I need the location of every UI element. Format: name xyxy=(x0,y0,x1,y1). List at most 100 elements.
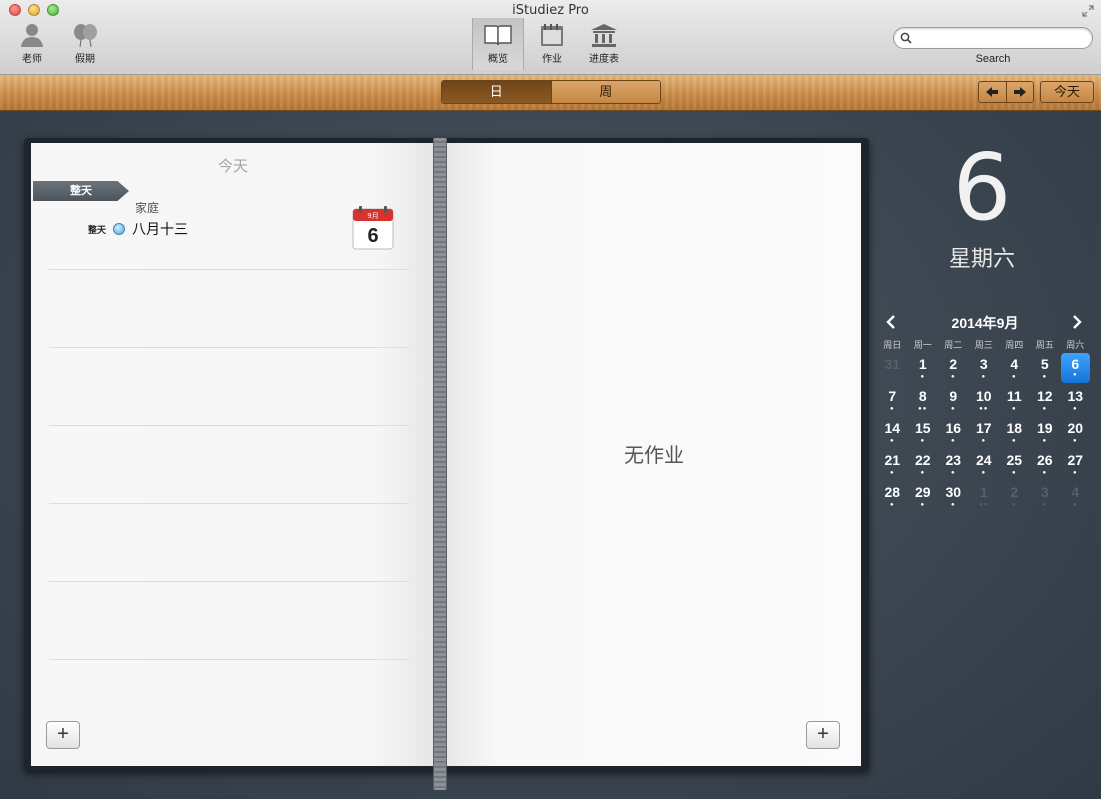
mini-calendar-header: 2014年9月 xyxy=(877,311,1093,335)
calendar-day[interactable]: 3 ● xyxy=(969,353,1000,385)
calendar-day-number: 14 xyxy=(884,420,901,436)
event-item[interactable]: 整天 八月十三 xyxy=(88,219,188,239)
calendar-day-number: 2 xyxy=(1010,484,1019,500)
calendar-day[interactable]: 19 ● xyxy=(1030,417,1061,449)
calendar-day[interactable]: 9 ● xyxy=(938,385,969,417)
calendar-day-number: 3 xyxy=(979,356,988,372)
event-indicator-dots: ● xyxy=(1042,470,1048,476)
previous-day-button[interactable] xyxy=(979,82,1006,102)
selected-weekday: 星期六 xyxy=(948,246,1015,271)
calendar-day-number: 1 xyxy=(918,356,927,372)
teachers-label: 老师 xyxy=(22,54,42,65)
event-indicator-dots: ● xyxy=(1011,438,1017,444)
event-indicator-dots: ● xyxy=(981,438,987,444)
calendar-day[interactable]: 1 ● xyxy=(908,353,939,385)
calendar-day[interactable]: 15 ● xyxy=(908,417,939,449)
schedule-tab[interactable]: 进度表 xyxy=(578,22,630,65)
teachers-button[interactable]: 老师 xyxy=(6,22,58,65)
calendar-day[interactable]: 11 ● xyxy=(999,385,1030,417)
calendar-day[interactable]: 2 ● xyxy=(999,481,1030,513)
calendar-day[interactable]: 12 ● xyxy=(1030,385,1061,417)
calendar-day-number: 5 xyxy=(1040,356,1049,372)
today-button[interactable]: 今天 xyxy=(1040,81,1094,103)
event-indicator-dots: ● xyxy=(1072,406,1078,412)
calendar-day-number: 31 xyxy=(884,356,901,372)
search-field[interactable] xyxy=(893,27,1093,49)
week-view-tab[interactable]: 周 xyxy=(550,81,660,103)
calendar-day-number: 24 xyxy=(975,452,992,468)
calendar-day[interactable]: 29 ● xyxy=(908,481,939,513)
weekday-label: 周一 xyxy=(913,340,932,350)
calendar-day[interactable]: 3 ● xyxy=(1030,481,1061,513)
calendar-day[interactable]: 8 ●● xyxy=(908,385,939,417)
calendar-day[interactable]: 24 ● xyxy=(969,449,1000,481)
calendar-day-number: 4 xyxy=(1010,356,1019,372)
weekday-label: 周日 xyxy=(883,340,902,350)
selected-day-number: 6 xyxy=(952,134,1012,241)
calendar-day-number: 3 xyxy=(1040,484,1049,500)
calendar-day[interactable]: 7 ● xyxy=(877,385,908,417)
calendar-day[interactable]: 5 ● xyxy=(1030,353,1061,385)
calendar-day-number: 8 xyxy=(918,388,927,404)
next-day-button[interactable] xyxy=(1005,82,1033,102)
calendar-day-number: 13 xyxy=(1067,388,1084,404)
bookmark-ribbon xyxy=(433,138,447,790)
page-rule xyxy=(49,581,409,582)
calendar-day[interactable]: 2 ● xyxy=(938,353,969,385)
calendar-day-selected[interactable]: 6 ● xyxy=(1061,353,1090,383)
calendar-day[interactable]: 10 ●● xyxy=(969,385,1000,417)
calendar-day[interactable]: 31 xyxy=(877,353,908,385)
event-indicator-dots: ● xyxy=(920,470,926,476)
calendar-icon: 9月 6 xyxy=(352,206,394,250)
chevron-left-icon[interactable] xyxy=(883,313,899,331)
calendar-day[interactable]: 22 ● xyxy=(908,449,939,481)
event-indicator-dots: ● xyxy=(889,470,895,476)
search-input[interactable] xyxy=(916,31,1086,45)
page-rule xyxy=(49,347,409,348)
calendar-day[interactable]: 23 ● xyxy=(938,449,969,481)
event-indicator-dots: ● xyxy=(1011,502,1017,508)
calendar-day-number: 17 xyxy=(975,420,992,436)
event-indicator-dots: ● xyxy=(920,374,926,380)
event-indicator-dots: ● xyxy=(1072,470,1078,476)
calendar-day-number: 19 xyxy=(1036,420,1053,436)
calendar-day[interactable]: 18 ● xyxy=(999,417,1030,449)
event-time: 整天 xyxy=(88,224,107,235)
calendar-day[interactable]: 25 ● xyxy=(999,449,1030,481)
event-indicator-dots: ●● xyxy=(918,406,928,412)
add-assignment-button[interactable]: + xyxy=(806,721,840,749)
calendar-day[interactable]: 21 ● xyxy=(877,449,908,481)
event-indicator-dots: ● xyxy=(950,406,956,412)
search-area: Search xyxy=(893,27,1093,65)
event-indicator-dots: ●● xyxy=(979,406,989,412)
calendar-day-number: 20 xyxy=(1067,420,1084,436)
calendar-day-number: 7 xyxy=(888,388,897,404)
calendar-day[interactable]: 1 ●● xyxy=(969,481,1000,513)
fullscreen-icon[interactable] xyxy=(1082,5,1094,17)
calendar-day[interactable]: 20 ● xyxy=(1060,417,1091,449)
overview-tab[interactable]: 概览 xyxy=(472,18,524,70)
holidays-button[interactable]: 假期 xyxy=(59,22,111,65)
calendar-day[interactable]: 28 ● xyxy=(877,481,908,513)
chevron-right-icon[interactable] xyxy=(1069,313,1085,331)
calendar-day[interactable]: 13 ● xyxy=(1060,385,1091,417)
search-icon xyxy=(900,32,912,44)
calendar-day[interactable]: 27 ● xyxy=(1060,449,1091,481)
arrow-left-icon xyxy=(986,87,999,97)
add-event-button[interactable]: + xyxy=(46,721,80,749)
page-title: 今天 xyxy=(217,158,248,175)
calendar-day-number: 10 xyxy=(975,388,992,404)
day-view-tab[interactable]: 日 xyxy=(442,81,551,103)
calendar-day[interactable]: 4 ● xyxy=(999,353,1030,385)
arrow-right-icon xyxy=(1013,87,1026,97)
calendar-day-number: 1 xyxy=(979,484,988,500)
calendar-day[interactable]: 4 ● xyxy=(1060,481,1091,513)
calendar-day[interactable]: 30 ● xyxy=(938,481,969,513)
calendar-day[interactable]: 17 ● xyxy=(969,417,1000,449)
assignments-tab[interactable]: 作业 xyxy=(526,22,578,65)
calendar-day[interactable]: 14 ● xyxy=(877,417,908,449)
calendar-day[interactable]: 16 ● xyxy=(938,417,969,449)
event-indicator-dots: ● xyxy=(950,438,956,444)
calendar-day[interactable]: 26 ● xyxy=(1030,449,1061,481)
overview-label: 概览 xyxy=(488,54,508,65)
